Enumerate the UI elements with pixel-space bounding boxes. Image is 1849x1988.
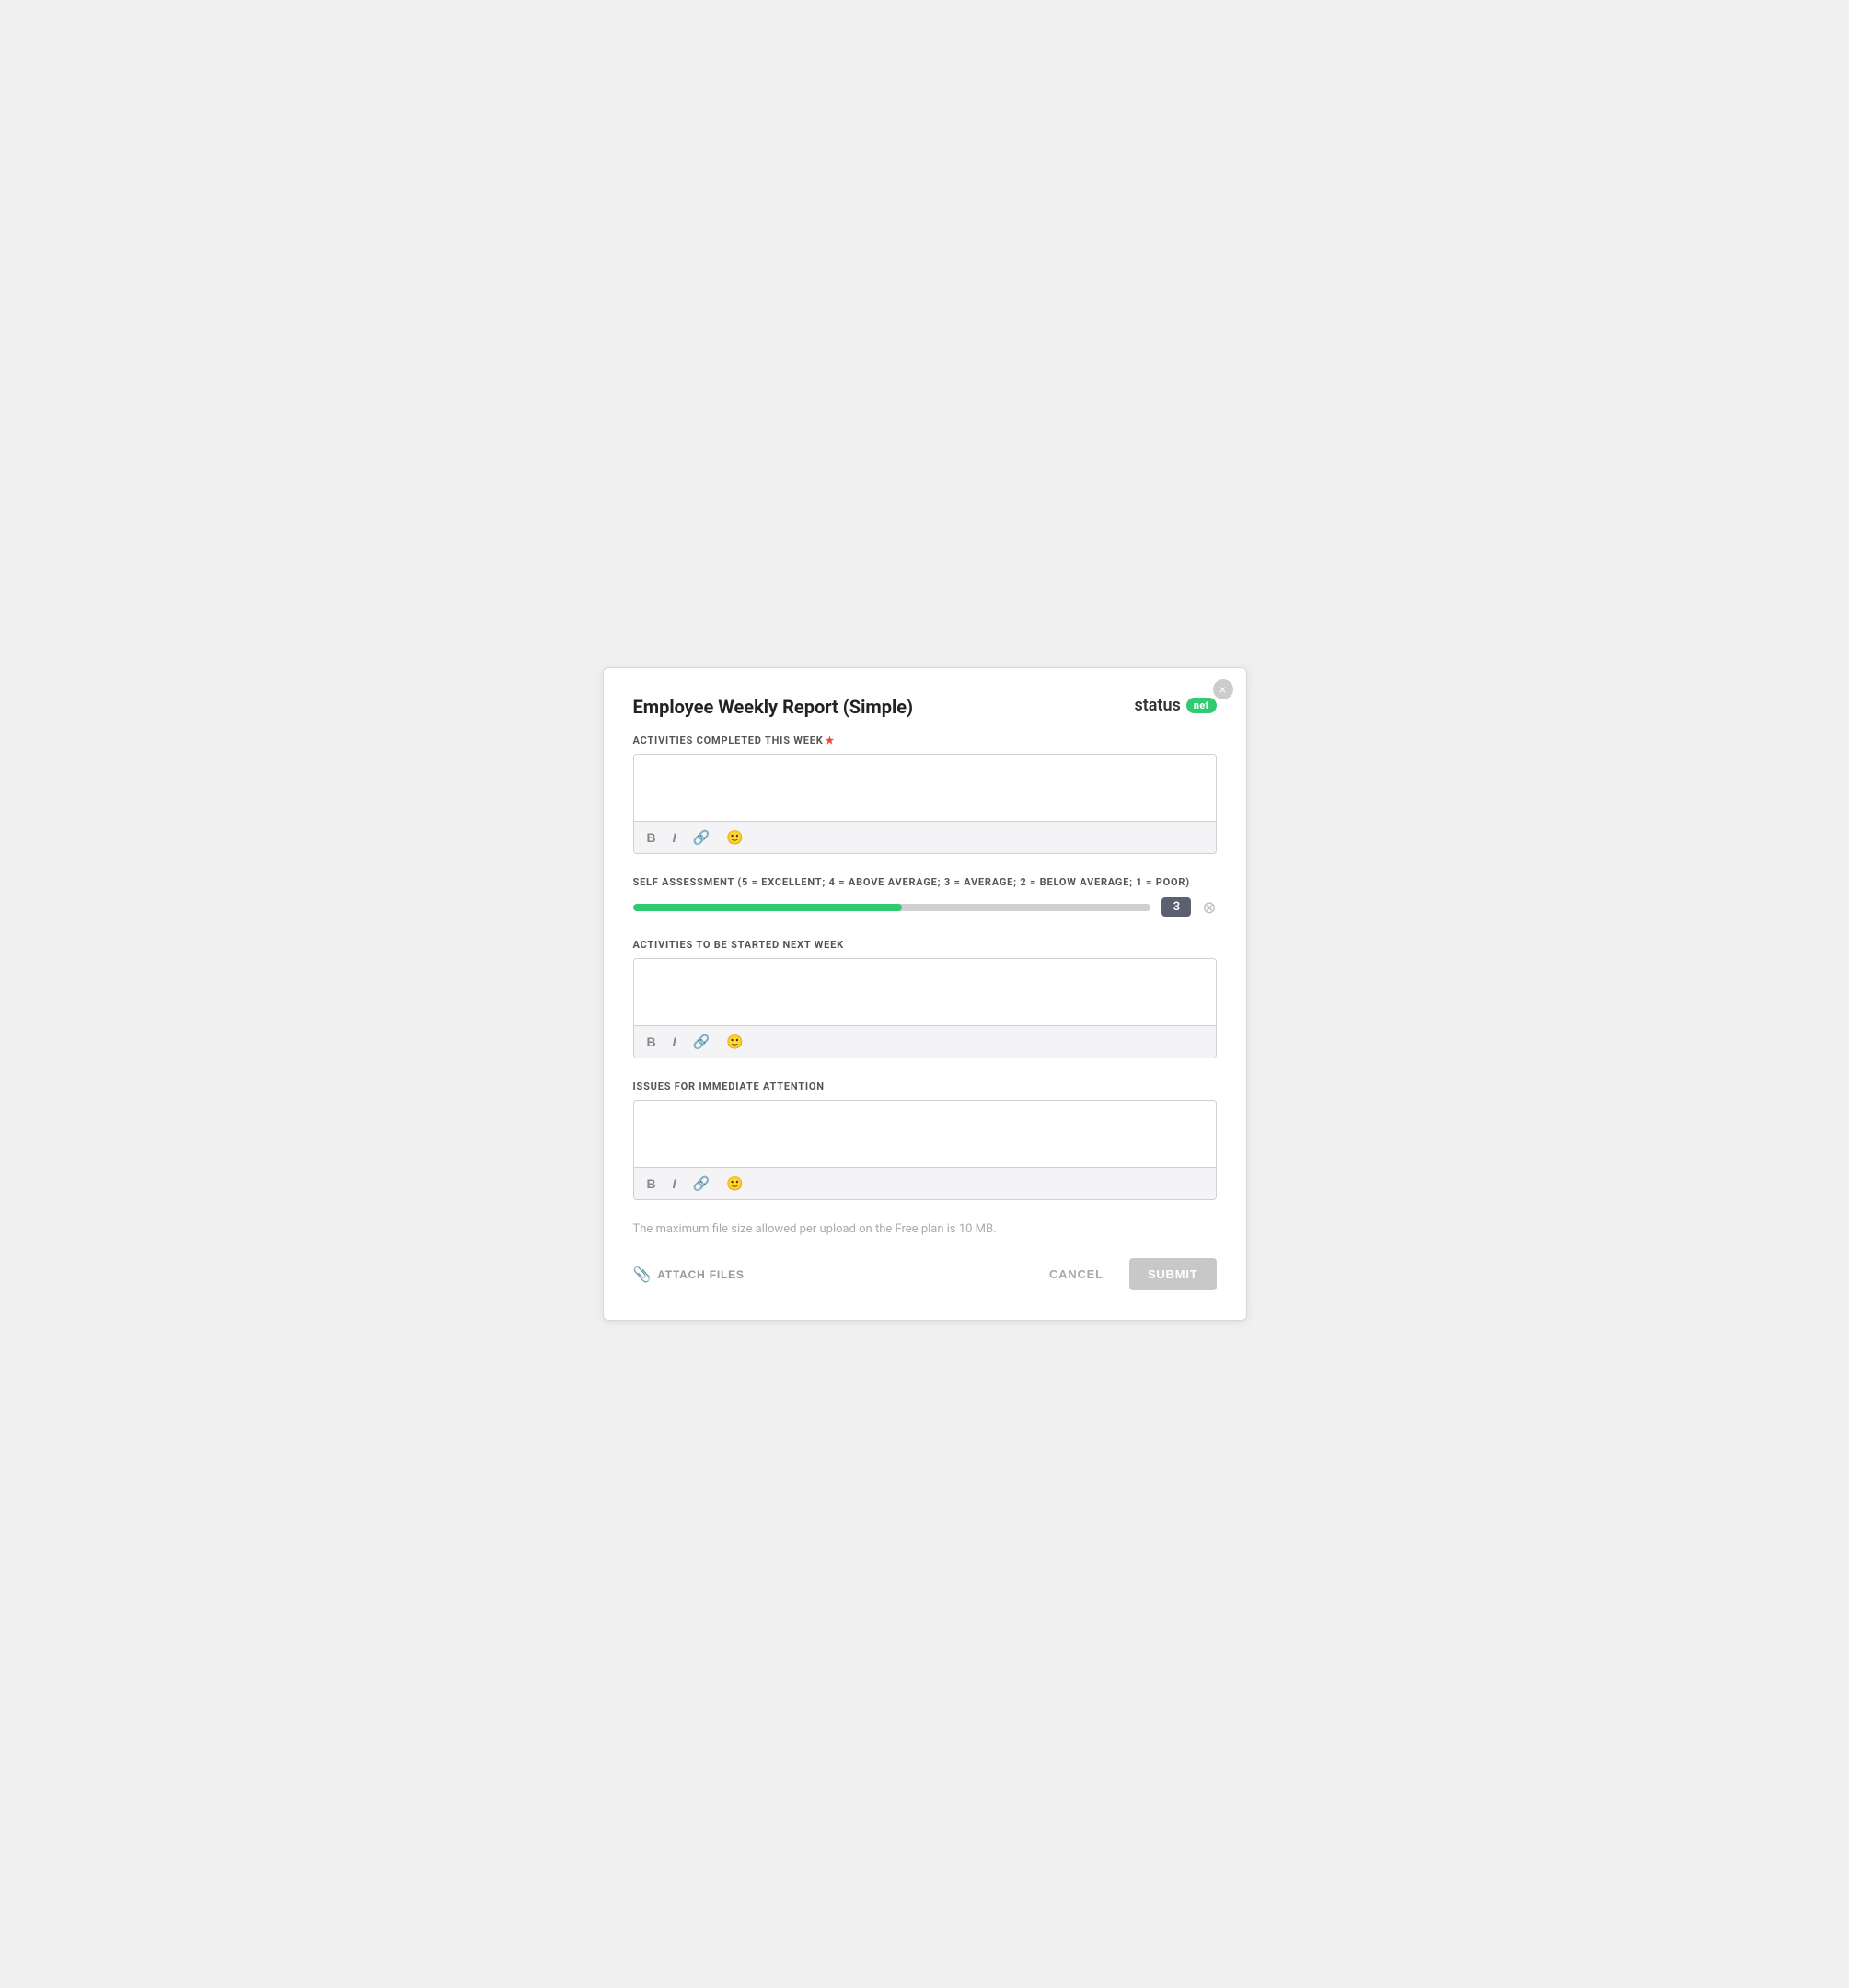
issues-label: ISSUES FOR IMMEDIATE ATTENTION (633, 1081, 1217, 1092)
self-assessment-label: SELF ASSESSMENT (5 = EXCELLENT; 4 = ABOV… (633, 876, 1217, 888)
activities-next-week-editor: B I 🔗 🙂 (633, 958, 1217, 1058)
slider-value-badge: 3 (1161, 897, 1191, 917)
italic-button-3[interactable]: I (669, 1175, 680, 1192)
required-star: ★ (826, 734, 836, 746)
emoji-button-3[interactable]: 🙂 (722, 1173, 747, 1194)
modal-header: Employee Weekly Report (Simple) status n… (633, 696, 1217, 718)
link-button-3[interactable]: 🔗 (689, 1173, 714, 1194)
issues-section: ISSUES FOR IMMEDIATE ATTENTION B I 🔗 🙂 (633, 1081, 1217, 1200)
close-button[interactable]: × (1213, 679, 1233, 699)
brand-badge: net (1186, 698, 1217, 713)
bold-button-1[interactable]: B (643, 829, 660, 846)
brand-area: status net (1134, 696, 1216, 715)
footer-actions: CANCEL SUBMIT (1038, 1258, 1217, 1290)
issues-editor: B I 🔗 🙂 (633, 1100, 1217, 1200)
issues-toolbar: B I 🔗 🙂 (634, 1167, 1216, 1199)
attach-files-button[interactable]: 📎 ATTACH FILES (633, 1266, 745, 1284)
activities-next-week-toolbar: B I 🔗 🙂 (634, 1025, 1216, 1058)
paperclip-icon: 📎 (633, 1266, 653, 1284)
file-info-text: The maximum file size allowed per upload… (633, 1222, 1217, 1236)
activities-next-week-label: ACTIVITIES TO BE STARTED NEXT WEEK (633, 939, 1217, 951)
brand-text: status (1134, 696, 1180, 715)
activities-next-week-section: ACTIVITIES TO BE STARTED NEXT WEEK B I 🔗… (633, 939, 1217, 1058)
activities-completed-section: ACTIVITIES COMPLETED THIS WEEK★ B I 🔗 🙂 (633, 734, 1217, 854)
attach-label: ATTACH FILES (657, 1268, 744, 1281)
modal-title: Employee Weekly Report (Simple) (633, 696, 914, 718)
bold-button-3[interactable]: B (643, 1175, 660, 1192)
activities-completed-input[interactable] (634, 755, 1216, 817)
bold-button-2[interactable]: B (643, 1034, 660, 1050)
slider-row: 3 ⊗ (633, 897, 1217, 917)
self-assessment-section: SELF ASSESSMENT (5 = EXCELLENT; 4 = ABOV… (633, 876, 1217, 917)
slider-track-container[interactable] (633, 904, 1151, 911)
issues-input[interactable] (634, 1101, 1216, 1163)
activities-completed-editor: B I 🔗 🙂 (633, 754, 1217, 854)
activities-next-week-input[interactable] (634, 959, 1216, 1022)
link-button-2[interactable]: 🔗 (689, 1032, 714, 1052)
emoji-button-2[interactable]: 🙂 (722, 1032, 747, 1052)
italic-button-1[interactable]: I (669, 829, 680, 846)
link-button-1[interactable]: 🔗 (689, 827, 714, 848)
submit-button[interactable]: SUBMIT (1129, 1258, 1217, 1290)
form-footer: 📎 ATTACH FILES CANCEL SUBMIT (633, 1249, 1217, 1290)
activities-completed-label: ACTIVITIES COMPLETED THIS WEEK★ (633, 734, 1217, 746)
emoji-button-1[interactable]: 🙂 (722, 827, 747, 848)
cancel-button[interactable]: CANCEL (1038, 1260, 1115, 1289)
italic-button-2[interactable]: I (669, 1034, 680, 1050)
modal-container: × Employee Weekly Report (Simple) status… (603, 667, 1247, 1321)
activities-completed-toolbar: B I 🔗 🙂 (634, 821, 1216, 853)
slider-clear-button[interactable]: ⊗ (1202, 899, 1216, 916)
